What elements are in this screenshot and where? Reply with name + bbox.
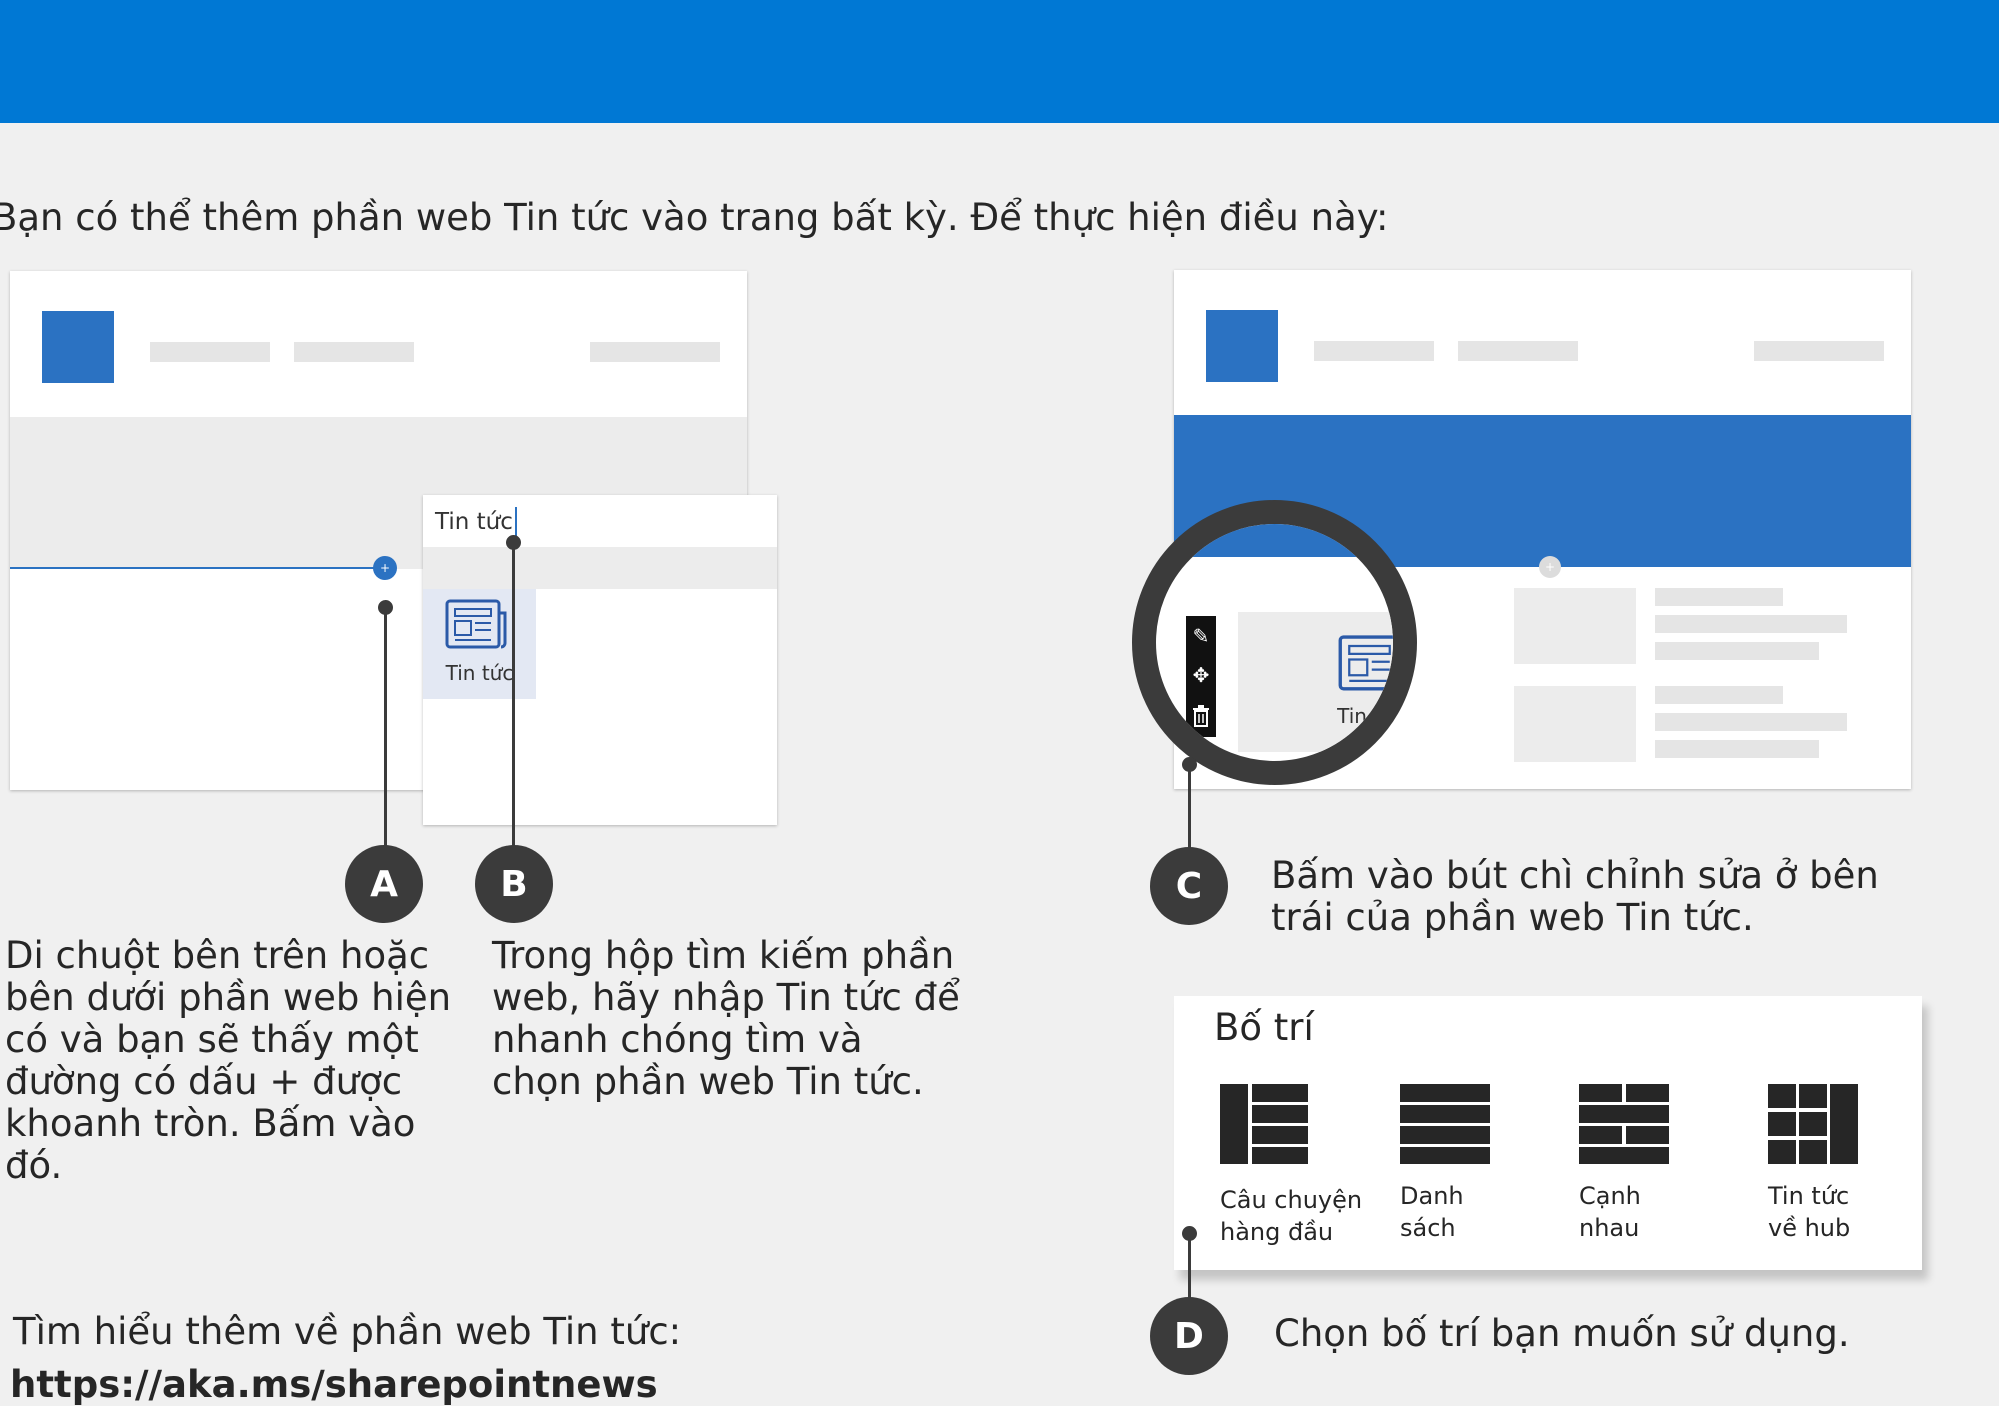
layout-option-label: Danh xyxy=(1400,1182,1464,1210)
header-banner xyxy=(0,0,1999,123)
layout-option-top-story[interactable]: Câu chuyện hàng đầu xyxy=(1220,1084,1370,1254)
news-icon xyxy=(1338,635,1393,691)
step-b-text: Trong hộp tìm kiếm phần web, hãy nhập Ti… xyxy=(492,934,960,1103)
news-icon xyxy=(445,599,507,649)
webpart-search-input[interactable]: Tin tức xyxy=(435,509,513,535)
text-placeholder xyxy=(1655,713,1847,731)
nav-placeholder xyxy=(294,342,414,362)
layout-panel-title: Bố trí xyxy=(1214,1006,1314,1049)
step-badge-a: A xyxy=(345,845,423,923)
side-by-side-layout-icon xyxy=(1579,1084,1669,1164)
layout-option-hub-news[interactable]: Tin tức về hub xyxy=(1768,1084,1898,1254)
layout-option-side-by-side[interactable]: Cạnh nhau xyxy=(1579,1084,1719,1254)
text-placeholder xyxy=(1655,740,1819,758)
layout-option-label: Cạnh xyxy=(1579,1182,1641,1210)
zoomed-banner xyxy=(1156,524,1393,557)
step-badge-d: D xyxy=(1150,1297,1228,1375)
layout-option-label: Câu chuyện xyxy=(1220,1186,1363,1214)
layout-option-label: sách xyxy=(1400,1214,1456,1242)
callout-line-c xyxy=(1188,764,1191,854)
list-layout-icon xyxy=(1400,1084,1490,1164)
layout-option-label: hàng đầu xyxy=(1220,1218,1334,1246)
move-icon[interactable]: ✥ xyxy=(1193,665,1210,685)
add-webpart-button[interactable]: + xyxy=(373,556,397,580)
callout-line-d xyxy=(1188,1233,1191,1305)
learn-more-link[interactable]: https://aka.ms/sharepointnews xyxy=(10,1363,658,1406)
hub-news-layout-icon xyxy=(1768,1084,1858,1164)
news-card-placeholder xyxy=(1514,686,1636,762)
layout-option-label: nhau xyxy=(1579,1214,1640,1242)
text-placeholder xyxy=(1655,686,1783,704)
callout-line-a xyxy=(384,607,387,847)
add-section-button[interactable]: + xyxy=(1539,556,1561,578)
text-cursor xyxy=(514,507,517,537)
text-placeholder xyxy=(1655,642,1819,660)
nav-placeholder xyxy=(1458,341,1578,361)
text-placeholder xyxy=(1655,588,1783,606)
webpart-toolbar: ✎ ✥ xyxy=(1186,616,1216,737)
nav-placeholder xyxy=(590,342,720,362)
layout-option-label: Tin tức xyxy=(1768,1182,1850,1210)
webpart-picker: Tin tức Tin tức xyxy=(423,495,777,825)
top-story-layout-icon xyxy=(1220,1084,1308,1164)
picker-category-bar xyxy=(423,547,777,589)
insert-line xyxy=(10,567,385,569)
step-badge-b: B xyxy=(475,845,553,923)
layout-option-list[interactable]: Danh sách xyxy=(1400,1084,1540,1254)
layout-panel: Bố trí Câu chuyện hàng đầu Danh sách Cạn… xyxy=(1174,996,1922,1270)
tile-label: Tin tức xyxy=(445,661,514,685)
site-logo xyxy=(1206,310,1278,382)
news-webpart-tile[interactable]: Tin tức xyxy=(423,589,536,699)
site-logo xyxy=(42,311,114,383)
intro-text: Bạn có thể thêm phần web Tin tức vào tra… xyxy=(0,196,1389,239)
nav-placeholder xyxy=(1754,341,1884,361)
delete-icon[interactable] xyxy=(1192,705,1210,728)
nav-placeholder xyxy=(150,342,270,362)
callout-line-b xyxy=(512,542,515,847)
learn-more-text: Tìm hiểu thêm về phần web Tin tức: xyxy=(13,1310,682,1353)
text-placeholder xyxy=(1655,615,1847,633)
magnifier-lens: ✎ ✥ Tin tức xyxy=(1132,500,1417,785)
step-d-text: Chọn bố trí bạn muốn sử dụng. xyxy=(1274,1312,1850,1355)
step-c-text: Bấm vào bút chì chỉnh sửa ở bên trái của… xyxy=(1271,854,1879,939)
edit-pencil-icon[interactable]: ✎ xyxy=(1193,626,1210,646)
nav-placeholder xyxy=(1314,341,1434,361)
news-card-placeholder xyxy=(1514,588,1636,664)
step-a-text: Di chuột bên trên hoặc bên dưới phần web… xyxy=(5,934,452,1187)
layout-option-label: về hub xyxy=(1768,1214,1851,1242)
step-badge-c: C xyxy=(1150,847,1228,925)
